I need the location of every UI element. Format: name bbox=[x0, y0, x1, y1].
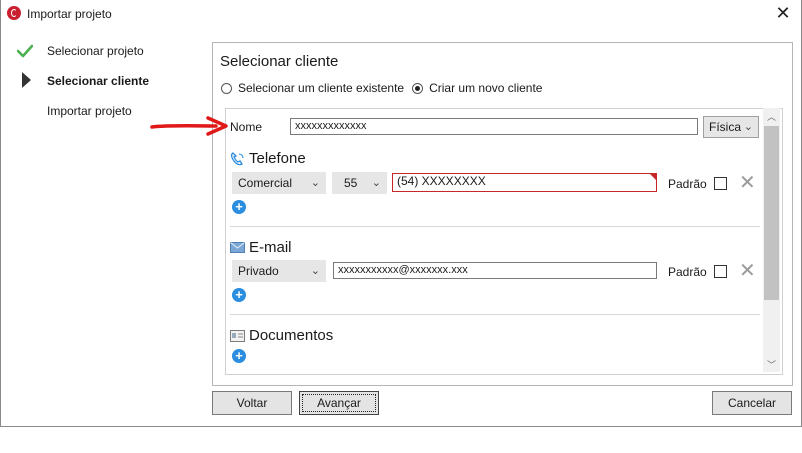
step-import-project: Importar projeto bbox=[47, 104, 132, 118]
annotation-arrow-icon bbox=[150, 116, 228, 136]
email-default-checkbox[interactable] bbox=[714, 265, 727, 278]
email-title: E-mail bbox=[249, 239, 292, 256]
email-input[interactable]: xxxxxxxxxxx@xxxxxxx.xxx bbox=[333, 262, 657, 279]
phone-section-title: Telefone bbox=[230, 150, 306, 167]
country-code-value: 55 bbox=[344, 176, 358, 190]
radio-new-label[interactable]: Criar um novo cliente bbox=[429, 81, 542, 95]
email-type-value: Privado bbox=[238, 264, 279, 278]
divider bbox=[230, 314, 760, 315]
app-logo-icon bbox=[7, 6, 21, 20]
phone-icon bbox=[230, 151, 244, 165]
documents-title: Documentos bbox=[249, 327, 334, 344]
cancel-button[interactable]: Cancelar bbox=[712, 391, 792, 415]
email-default-label: Padrão bbox=[668, 265, 707, 279]
phone-number-value: (54) XXXXXXXX bbox=[397, 174, 486, 188]
chevron-down-icon: ⌄ bbox=[310, 177, 320, 189]
add-phone-icon[interactable]: + bbox=[232, 200, 246, 214]
name-input[interactable]: xxxxxxxxxxxxx bbox=[290, 118, 698, 135]
close-icon[interactable]: ✕ bbox=[773, 4, 793, 24]
panel-title: Selecionar cliente bbox=[220, 53, 339, 70]
scroll-down-icon[interactable]: ﹀ bbox=[763, 358, 780, 370]
import-dialog: Importar projeto ✕ Selecionar projeto Se… bbox=[0, 0, 802, 427]
chevron-down-icon: ⌄ bbox=[743, 121, 753, 133]
envelope-icon bbox=[230, 242, 245, 253]
phone-title: Telefone bbox=[249, 150, 306, 167]
phone-number-input[interactable]: (54) XXXXXXXX bbox=[392, 173, 657, 192]
next-button[interactable]: Avançar bbox=[299, 391, 379, 415]
client-mode-radios: Selecionar um cliente existente Criar um… bbox=[221, 81, 550, 95]
radio-new-client[interactable] bbox=[412, 82, 424, 94]
email-type-select[interactable]: Privado ⌄ bbox=[232, 260, 326, 282]
add-document-icon[interactable]: + bbox=[232, 349, 246, 363]
delete-email-icon[interactable]: ✕ bbox=[739, 261, 756, 281]
current-step-arrow-icon bbox=[22, 72, 31, 88]
title-bar: Importar projeto ✕ bbox=[1, 0, 801, 28]
scroll-up-icon[interactable]: ︿ bbox=[763, 110, 780, 122]
name-label: Nome bbox=[230, 120, 263, 134]
radio-existing-label[interactable]: Selecionar um cliente existente bbox=[238, 81, 404, 95]
validation-error-marker bbox=[650, 174, 656, 180]
phone-type-select[interactable]: Comercial ⌄ bbox=[232, 172, 326, 194]
add-email-icon[interactable]: + bbox=[232, 288, 246, 302]
chevron-down-icon: ⌄ bbox=[371, 177, 381, 189]
divider bbox=[230, 226, 760, 227]
checkmark-icon bbox=[17, 44, 33, 58]
delete-phone-icon[interactable]: ✕ bbox=[739, 173, 756, 193]
id-card-icon bbox=[230, 329, 245, 342]
step-select-project: Selecionar projeto bbox=[47, 44, 144, 58]
client-form: Nome xxxxxxxxxxxxx Física ⌄ Telefone Com… bbox=[225, 108, 783, 375]
chevron-down-icon: ⌄ bbox=[310, 265, 320, 277]
phone-type-value: Comercial bbox=[238, 176, 293, 190]
documents-section-title: Documentos bbox=[230, 327, 333, 344]
scrollbar-thumb[interactable] bbox=[764, 126, 779, 300]
phone-default-label: Padrão bbox=[668, 177, 707, 191]
person-type-value: Física bbox=[709, 120, 742, 134]
back-button[interactable]: Voltar bbox=[212, 391, 292, 415]
radio-existing-client[interactable] bbox=[221, 82, 232, 94]
person-type-select[interactable]: Física ⌄ bbox=[703, 116, 759, 138]
email-section-title: E-mail bbox=[230, 239, 292, 256]
vertical-scrollbar[interactable]: ︿ ﹀ bbox=[763, 108, 780, 372]
step-select-client: Selecionar cliente bbox=[47, 74, 150, 88]
window-title: Importar projeto bbox=[27, 7, 112, 21]
phone-default-checkbox[interactable] bbox=[714, 177, 727, 190]
client-panel: Selecionar cliente Selecionar um cliente… bbox=[212, 42, 793, 386]
country-code-select[interactable]: 55 ⌄ bbox=[332, 172, 387, 194]
